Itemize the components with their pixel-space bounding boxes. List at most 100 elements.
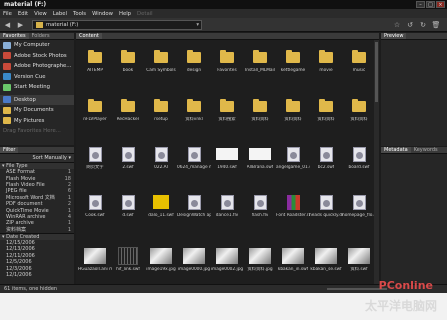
thumbnail-item[interactable]: hif_link.swf (111, 245, 145, 279)
file-icon (352, 146, 366, 162)
thumbnail-item[interactable]: 资料vnkl (177, 95, 211, 129)
thumbnail-item[interactable]: 0624_manage ma.swf (177, 143, 211, 177)
thumbnail-item[interactable]: dance1.flv (210, 191, 244, 225)
file-icon (216, 248, 238, 264)
thumbnail-item[interactable]: angelgame_01.swf (276, 143, 310, 177)
folder-icon (187, 98, 201, 112)
thumbnail-item[interactable]: image19x.jpg (144, 245, 178, 279)
thumbnail-item[interactable]: Cam Symbols (144, 46, 178, 80)
thumbnail-item[interactable]: 资料资料 (276, 95, 310, 129)
thumbnail-item[interactable]: 1940.swf (210, 143, 244, 177)
adobe-icon (3, 52, 11, 60)
thumbnail-item[interactable]: 资料资料.jpg (243, 245, 277, 279)
thumbnail-item[interactable]: bc2.swf (309, 143, 343, 177)
tab-metadata[interactable]: Metadata (381, 147, 411, 153)
fav-adobe-stock[interactable]: Adobe Stock Photos (0, 51, 74, 62)
thumbnail-item[interactable]: book (111, 46, 145, 80)
thumbnail-item[interactable]: 资料资料 (309, 95, 343, 129)
folder-icon (187, 49, 201, 63)
thumbnail-item[interactable]: kbakan_se.swf (309, 245, 343, 279)
menu-detail: Detail (137, 10, 153, 17)
thumbnail-item[interactable]: image0002.jpg (210, 245, 244, 279)
thumbnail-item[interactable]: 资料资料 (243, 95, 277, 129)
file-icon (88, 146, 102, 162)
thumbnail-item[interactable]: Cook.swf (78, 191, 112, 225)
thumbnail-item[interactable]: Font Roadster.rar (276, 191, 310, 225)
thumbnail-item[interactable]: d.swf (111, 191, 145, 225)
thumbnail-item[interactable]: music (342, 46, 376, 80)
thumbnail-item[interactable]: 资料资料 (342, 95, 376, 129)
file-icon (348, 248, 370, 264)
thumbnail-item[interactable]: dalo_11.swf (144, 191, 178, 225)
file-icon (249, 248, 271, 264)
thumbnail-item[interactable]: Install_MLMail (243, 46, 277, 80)
file-icon (253, 194, 267, 210)
thumbnail-item[interactable]: DesignWatch ap.swf (177, 191, 211, 225)
rotate-right-icon[interactable]: ↻ (418, 20, 428, 30)
fav-start-meeting[interactable]: Start Meeting (0, 82, 74, 93)
menu-view[interactable]: View (34, 11, 47, 17)
tab-favorites[interactable]: Favorites (0, 33, 29, 39)
thumbnail-item[interactable]: movie (309, 46, 343, 80)
back-icon[interactable]: ◀ (2, 20, 13, 30)
close-button[interactable]: × (436, 1, 445, 8)
fav-version-cue[interactable]: Version Cue (0, 72, 74, 83)
tab-preview[interactable]: Preview (381, 33, 407, 39)
thumbnail-item[interactable]: image0000.jpg (177, 245, 211, 279)
thumbnail-item[interactable]: design (177, 46, 211, 80)
thumbnail-item[interactable]: nFLVPlayer (78, 95, 112, 129)
thumbnail-label: 资料资料 (251, 117, 269, 122)
star-filter-icon[interactable]: ☆ (392, 20, 402, 30)
thumbnail-item[interactable]: RecHacker (111, 95, 145, 129)
thumbnail-item[interactable]: Favorites (210, 46, 244, 80)
thumbnail-item[interactable]: HGuazaoll.ani matic.mov (78, 245, 112, 279)
forward-icon[interactable]: ▶ (15, 20, 26, 30)
thumbnail-item[interactable]: kettlegame (276, 46, 310, 80)
fav-adobe-photographers[interactable]: Adobe Photographe... (0, 61, 74, 72)
scroll-thumb[interactable] (375, 42, 378, 102)
thumbnail-item[interactable]: AllBrana.swf (243, 143, 277, 177)
thumbnail-item[interactable]: 资料搜索 (210, 95, 244, 129)
tab-content[interactable]: Content (76, 33, 102, 39)
menu-bar: File Edit View Label Tools Window Help D… (0, 9, 447, 18)
thumbnail-item[interactable]: 资料.swf (342, 245, 376, 279)
menu-help[interactable]: Help (119, 11, 131, 17)
watermark-logo-cn: 太平洋电脑网 (364, 299, 437, 313)
folder-icon (286, 49, 300, 63)
fav-my-documents[interactable]: My Documents (0, 105, 74, 116)
fav-my-computer[interactable]: My Computer (0, 40, 74, 51)
file-type-header[interactable]: ▾ File Type (0, 162, 74, 169)
thumbnail-item[interactable]: flash.flv (243, 191, 277, 225)
tab-keywords[interactable]: Keywords (411, 147, 441, 153)
filter-row[interactable]: 12/1/2006 (0, 272, 74, 278)
thumbnail-item[interactable]: AITEMP (78, 46, 112, 80)
menu-tools[interactable]: Tools (73, 11, 86, 17)
rotate-left-icon[interactable]: ↺ (405, 20, 415, 30)
sort-dropdown[interactable]: Sort Manually ▾ (0, 154, 74, 162)
thumbnail-item[interactable]: 2.swf (111, 143, 145, 177)
thumbnail-item[interactable]: 网页文字 (78, 143, 112, 177)
fav-desktop[interactable]: Desktop (0, 94, 74, 105)
thumbnail-label: movie (319, 68, 333, 73)
thumbnail-label: heads quickly.doc (309, 213, 343, 218)
tab-folders[interactable]: Folders (29, 33, 53, 39)
menu-edit[interactable]: Edit (18, 11, 28, 17)
trash-icon[interactable]: 🗑 (431, 20, 441, 30)
fav-my-pictures[interactable]: My Pictures (0, 116, 74, 127)
tab-filter[interactable]: Filter (0, 147, 19, 153)
thumbnail-item[interactable]: 022.AI (144, 143, 178, 177)
thumbnail-item[interactable]: homepage_flo.swf (342, 191, 376, 225)
folder-icon (3, 106, 11, 114)
thumbnail-item[interactable]: rsetup (144, 95, 178, 129)
thumbnail-item[interactable]: kbakan_in.swf (276, 245, 310, 279)
thumbnail-item[interactable]: board.swf (342, 143, 376, 177)
menu-file[interactable]: File (3, 11, 12, 17)
maximize-button[interactable]: □ (426, 1, 435, 8)
vertical-scrollbar[interactable] (374, 40, 379, 284)
thumbnail-item[interactable]: heads quickly.doc (309, 191, 343, 225)
minimize-button[interactable]: – (416, 1, 425, 8)
path-dropdown[interactable]: material (F:) ▾ (32, 19, 202, 30)
menu-window[interactable]: Window (92, 11, 113, 17)
date-created-header[interactable]: ▾ Date Created (0, 232, 74, 240)
menu-label[interactable]: Label (53, 11, 67, 17)
